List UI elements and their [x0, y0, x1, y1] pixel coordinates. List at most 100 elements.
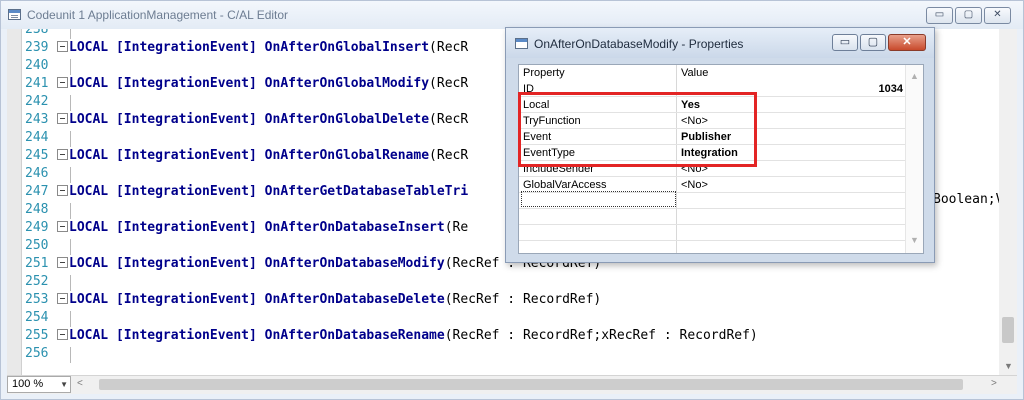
collapse-icon[interactable] — [57, 185, 68, 196]
property-value[interactable]: 1034 — [879, 81, 903, 97]
code-line[interactable]: 243 LOCAL [IntegrationEvent] OnAfterOnGlo… — [25, 111, 468, 129]
fold-guide — [70, 347, 71, 363]
grid-scrollbar[interactable]: ▲ ▼ — [905, 65, 923, 253]
row-divider — [519, 240, 907, 241]
line-number: 254 — [25, 310, 49, 325]
fold-guide — [70, 311, 71, 327]
maximize-button[interactable]: ▢ — [955, 7, 982, 24]
code-line[interactable]: 246 — [25, 165, 71, 183]
dialog-title-bar: OnAfterOnDatabaseModify - Properties ▭ ▢… — [506, 28, 934, 58]
code-keyword: LOCAL [IntegrationEvent] — [69, 76, 265, 91]
function-params: (RecRef : RecordRef;xRecRef : RecordRef) — [444, 328, 758, 343]
code-keyword: LOCAL [IntegrationEvent] — [69, 292, 265, 307]
line-number: 241 — [25, 76, 49, 91]
editor-gutter — [7, 29, 22, 375]
code-line-247-tail: Boolean;V — [933, 192, 999, 207]
line-number: 253 — [25, 292, 49, 307]
function-params: (RecR — [429, 112, 469, 127]
fold-guide — [70, 167, 71, 183]
close-button[interactable]: ✕ — [984, 7, 1011, 24]
collapse-icon[interactable] — [57, 293, 68, 304]
highlight-box — [518, 92, 757, 167]
fold-guide — [70, 29, 71, 39]
dialog-close-button[interactable]: ✕ — [888, 34, 926, 51]
code-keyword: LOCAL [IntegrationEvent] — [69, 328, 265, 343]
line-number: 245 — [25, 148, 49, 163]
fold-guide — [70, 203, 71, 219]
collapse-icon[interactable] — [57, 221, 68, 232]
code-line[interactable]: 255 LOCAL [IntegrationEvent] OnAfterOnDat… — [25, 327, 758, 345]
collapse-icon[interactable] — [57, 41, 68, 52]
dialog-title: OnAfterOnDatabaseModify - Properties — [534, 37, 744, 51]
code-line[interactable]: 247 LOCAL [IntegrationEvent] OnAfterGetDa… — [25, 183, 468, 201]
fold-guide — [70, 239, 71, 255]
code-line[interactable]: 254 — [25, 309, 71, 327]
code-line[interactable]: 240 — [25, 57, 71, 75]
line-number: 240 — [25, 58, 49, 73]
line-number: 238 — [25, 29, 49, 37]
code-keyword: LOCAL [IntegrationEvent] — [69, 40, 265, 55]
minimize-button[interactable]: ▭ — [926, 7, 953, 24]
property-value[interactable]: <No> — [681, 177, 708, 193]
vertical-scroll-thumb[interactable] — [1002, 317, 1014, 343]
collapse-icon[interactable] — [57, 77, 68, 88]
scroll-right-icon[interactable]: > — [991, 378, 997, 389]
code-line[interactable]: 245 LOCAL [IntegrationEvent] OnAfterOnGlo… — [25, 147, 468, 165]
code-line[interactable]: 239 LOCAL [IntegrationEvent] OnAfterOnGlo… — [25, 39, 468, 57]
code-line[interactable]: 244 — [25, 129, 71, 147]
scroll-down-icon[interactable]: ▼ — [1004, 361, 1013, 371]
value-column-header: Value — [681, 67, 709, 79]
fold-guide — [70, 59, 71, 75]
function-params: (RecR — [429, 76, 469, 91]
code-line[interactable]: 253 LOCAL [IntegrationEvent] OnAfterOnDat… — [25, 291, 601, 309]
function-name: OnAfterOnDatabaseRename — [264, 328, 445, 343]
line-number: 247 — [25, 184, 49, 199]
function-name: OnAfterOnDatabaseDelete — [264, 292, 445, 307]
title-bar: Codeunit 1 ApplicationManagement - C/AL … — [1, 1, 1023, 29]
row-divider — [519, 208, 907, 209]
window-title: Codeunit 1 ApplicationManagement - C/AL … — [27, 8, 289, 22]
dialog-minimize-button[interactable]: ▭ — [832, 34, 858, 51]
code-line[interactable]: 238 — [25, 29, 71, 39]
function-params: (RecR — [429, 148, 469, 163]
line-number: 256 — [25, 346, 49, 361]
code-line[interactable]: 252 — [25, 273, 71, 291]
table-icon — [8, 9, 21, 20]
dialog-maximize-button[interactable]: ▢ — [860, 34, 886, 51]
focused-cell — [521, 191, 676, 207]
scroll-up-icon[interactable]: ▲ — [910, 71, 919, 81]
chevron-down-icon: ▼ — [60, 380, 68, 389]
row-divider — [519, 224, 907, 225]
line-number: 252 — [25, 274, 49, 289]
collapse-icon[interactable] — [57, 257, 68, 268]
fold-guide — [70, 131, 71, 147]
function-params: (Re — [444, 220, 469, 235]
code-keyword: LOCAL [IntegrationEvent] — [69, 220, 265, 235]
line-number: 239 — [25, 40, 49, 55]
line-number: 243 — [25, 112, 49, 127]
scroll-down-icon[interactable]: ▼ — [910, 235, 919, 245]
code-line[interactable]: 242 — [25, 93, 71, 111]
status-bar: 100 % ▼ < > — [7, 375, 1017, 394]
table-icon — [515, 38, 528, 49]
code-line[interactable]: 249 LOCAL [IntegrationEvent] OnAfterOnDat… — [25, 219, 468, 237]
property-column-header: Property — [523, 67, 565, 79]
code-keyword: LOCAL [IntegrationEvent] — [69, 256, 265, 271]
scroll-left-icon[interactable]: < — [77, 378, 83, 389]
zoom-value: 100 % — [12, 378, 44, 390]
line-number: 242 — [25, 94, 49, 109]
line-number: 246 — [25, 166, 49, 181]
horizontal-scroll-thumb[interactable] — [99, 379, 963, 390]
line-number: 255 — [25, 328, 49, 343]
collapse-icon[interactable] — [57, 329, 68, 340]
zoom-select[interactable]: 100 % ▼ — [7, 376, 71, 393]
code-line[interactable]: 250 — [25, 237, 71, 255]
collapse-icon[interactable] — [57, 149, 68, 160]
code-line[interactable]: 248 — [25, 201, 71, 219]
function-name: OnAfterOnDatabaseModify — [264, 256, 445, 271]
vertical-scrollbar[interactable]: ▼ — [999, 29, 1017, 375]
code-line[interactable]: 241 LOCAL [IntegrationEvent] OnAfterOnGlo… — [25, 75, 468, 93]
code-line[interactable]: 256 — [25, 345, 71, 363]
function-name: OnAfterOnGlobalRename — [264, 148, 430, 163]
collapse-icon[interactable] — [57, 113, 68, 124]
